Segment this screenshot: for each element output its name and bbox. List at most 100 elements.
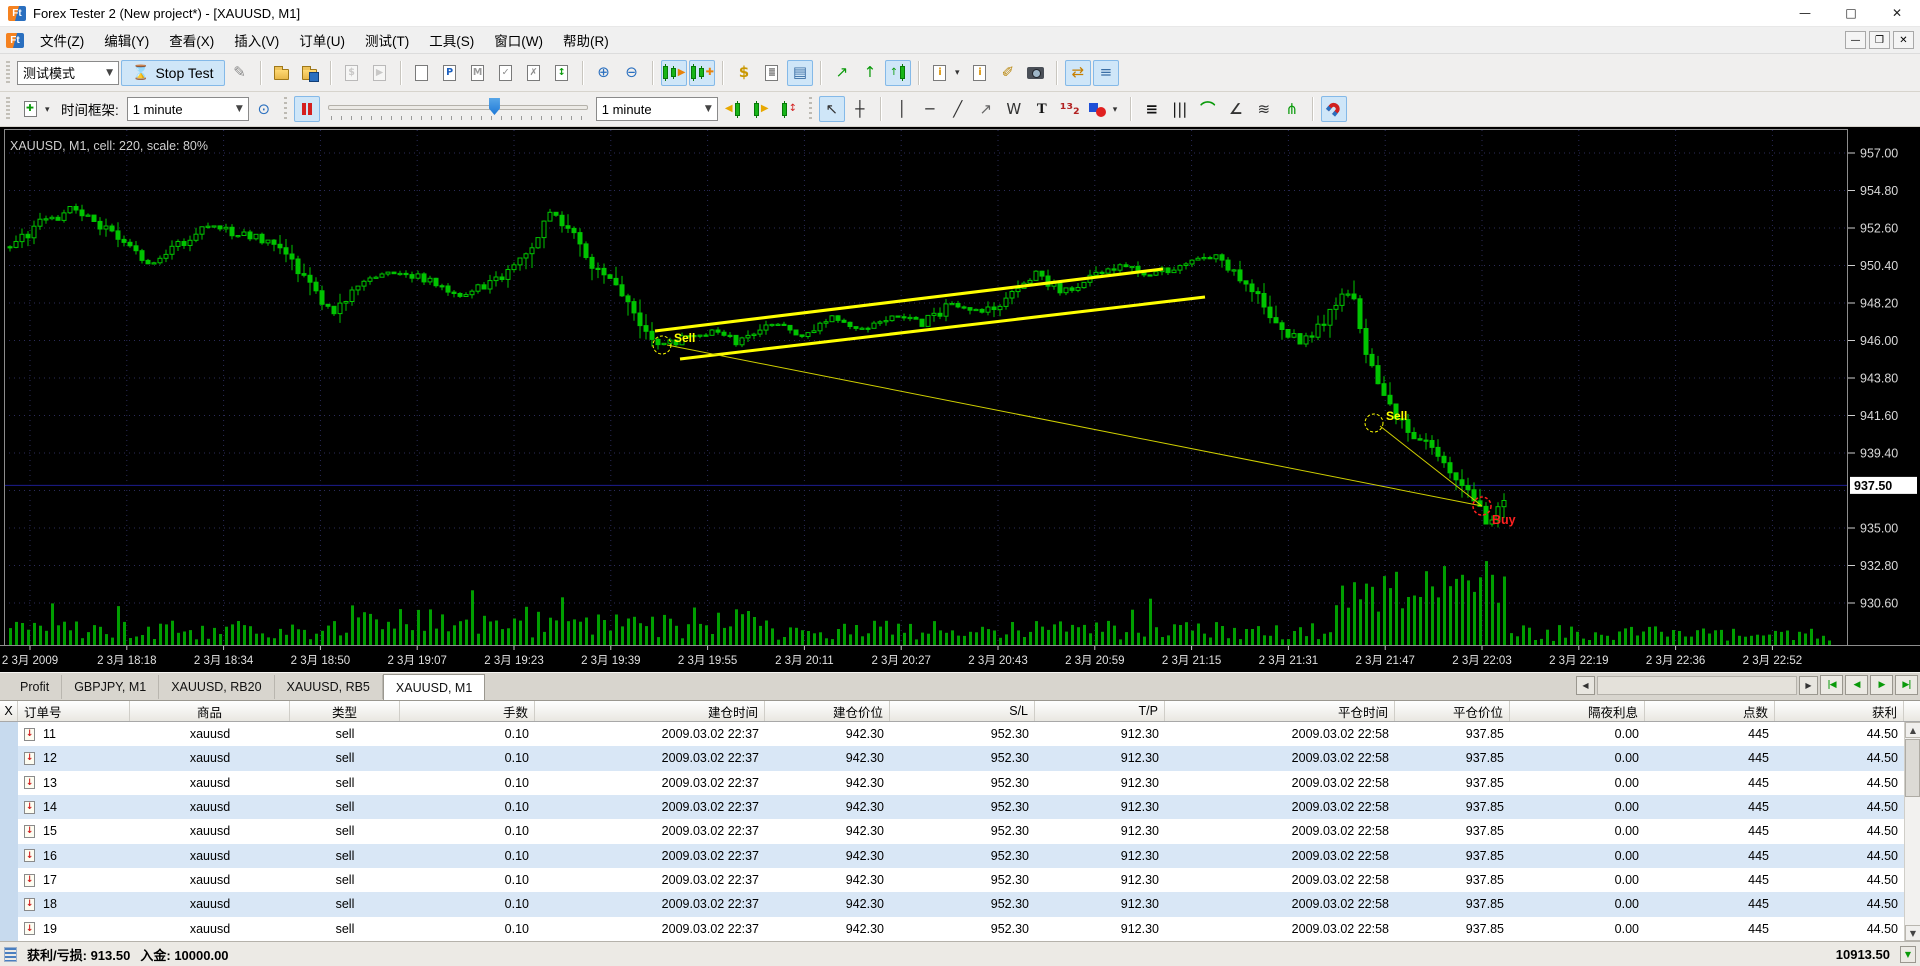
column-header-close_price[interactable]: 平仓价位: [1395, 701, 1510, 721]
tab-gbpjpy-m1[interactable]: GBPJPY, M1: [62, 675, 159, 699]
order-row-17[interactable]: ↓17xauusdsell0.102009.03.02 22:37942.309…: [0, 868, 1920, 892]
order-row-14[interactable]: ↓14xauusdsell0.102009.03.02 22:37942.309…: [0, 795, 1920, 819]
tab-xauusd-m1[interactable]: XAUUSD, M1: [383, 674, 485, 700]
column-header-open_price[interactable]: 建仓价位: [765, 701, 890, 721]
step-forward-button[interactable]: ▶: [1870, 675, 1893, 695]
new-chart-icon[interactable]: ✚: [17, 96, 43, 122]
add-history-icon[interactable]: ✚: [689, 60, 715, 86]
edit-test-icon[interactable]: ✎: [227, 60, 253, 86]
prev-candle-icon[interactable]: ◀: [720, 96, 746, 122]
menu-item-8[interactable]: 帮助(R): [553, 27, 619, 53]
step-chart-icon[interactable]: ↑: [857, 60, 883, 86]
hlines-grid-icon[interactable]: ≡: [1139, 96, 1165, 122]
pending-orders-icon[interactable]: P: [437, 60, 463, 86]
new-document-icon[interactable]: [409, 60, 435, 86]
tab-scrollbar-track[interactable]: [1597, 676, 1797, 695]
scroll-down-corner-button[interactable]: ▼: [1900, 946, 1916, 963]
trendline-tool-icon[interactable]: ╱: [945, 96, 971, 122]
apply-changes-icon[interactable]: ✓: [493, 60, 519, 86]
menu-item-3[interactable]: 插入(V): [224, 27, 289, 53]
order-row-16[interactable]: ↓16xauusdsell0.102009.03.02 22:37942.309…: [0, 844, 1920, 868]
pitchfork-tool-icon[interactable]: ⋔: [1279, 96, 1305, 122]
column-header-symbol[interactable]: 商品: [130, 701, 290, 721]
column-header-swap[interactable]: 隔夜利息: [1510, 701, 1645, 721]
slider-thumb[interactable]: [489, 98, 500, 115]
pause-button[interactable]: [294, 96, 320, 122]
next-candle-icon[interactable]: ▶: [748, 96, 774, 122]
brush-icon[interactable]: ✐: [995, 60, 1021, 86]
step-forward-icon[interactable]: ▶: [661, 60, 687, 86]
column-header-lots[interactable]: 手数: [400, 701, 535, 721]
polyline-tool-icon[interactable]: W: [1001, 96, 1027, 122]
waves-tool-icon[interactable]: ≋: [1251, 96, 1277, 122]
link-charts-icon[interactable]: ⇄: [1065, 60, 1091, 86]
hline-tool-icon[interactable]: ─: [917, 96, 943, 122]
menu-item-2[interactable]: 查看(X): [159, 27, 224, 53]
menu-item-0[interactable]: 文件(Z): [30, 27, 94, 53]
pointer-tool-icon[interactable]: ↖: [819, 96, 845, 122]
tick-candle-icon[interactable]: ↕: [776, 96, 802, 122]
column-header-tp[interactable]: T/P: [1035, 701, 1165, 721]
add-note-caret[interactable]: ▾: [955, 67, 965, 78]
scrollbar-thumb[interactable]: [1905, 739, 1920, 797]
market-orders-icon[interactable]: M: [465, 60, 491, 86]
scroll-down-button[interactable]: ▼: [1905, 925, 1920, 941]
speed-select[interactable]: 1 minute▼: [596, 97, 718, 121]
goto-last-button[interactable]: ▶|: [1895, 675, 1918, 695]
zoom-out-icon[interactable]: ⊖: [619, 60, 645, 86]
add-note-icon[interactable]: i: [927, 60, 953, 86]
ray-tool-icon[interactable]: ↗: [973, 96, 999, 122]
strategy-window-icon[interactable]: ≣: [759, 60, 785, 86]
column-header-points[interactable]: 点数: [1645, 701, 1775, 721]
toolbar-grip[interactable]: [6, 61, 10, 85]
maximize-button[interactable]: □: [1828, 0, 1874, 26]
gann-tool-icon[interactable]: ⌒: [1195, 96, 1221, 122]
data-window-icon[interactable]: ▤: [787, 60, 813, 86]
tab-scroll-left-button[interactable]: ◀: [1576, 676, 1595, 695]
time-settings-icon[interactable]: ⊙: [251, 96, 277, 122]
screenshot-icon[interactable]: [1023, 60, 1049, 86]
test-mode-select[interactable]: 测试模式▼: [17, 61, 119, 85]
deposit-money-icon[interactable]: $: [731, 60, 757, 86]
price-chart[interactable]: SellSellBuy957.00954.80952.60950.40948.2…: [0, 127, 1920, 672]
resume-test-icon[interactable]: ▶: [367, 60, 393, 86]
column-header-type[interactable]: 类型: [290, 701, 400, 721]
column-header-profit[interactable]: 获利: [1775, 701, 1904, 721]
timeframe-select[interactable]: 1 minute▼: [127, 97, 249, 121]
vline-tool-icon[interactable]: │: [889, 96, 915, 122]
chart-panel[interactable]: SellSellBuy957.00954.80952.60950.40948.2…: [0, 127, 1920, 672]
vlines-grid-icon[interactable]: |||: [1167, 96, 1193, 122]
orders-scrollbar[interactable]: ▲ ▼: [1904, 722, 1920, 941]
menu-item-4[interactable]: 订单(U): [289, 27, 355, 53]
order-row-15[interactable]: ↓15xauusdsell0.102009.03.02 22:37942.309…: [0, 819, 1920, 843]
scroll-up-button[interactable]: ▲: [1905, 722, 1920, 738]
open-project-icon[interactable]: [269, 60, 295, 86]
slider-track[interactable]: [328, 105, 588, 110]
menu-item-1[interactable]: 编辑(Y): [94, 27, 159, 53]
column-header-open_time[interactable]: 建仓时间: [535, 701, 765, 721]
column-header-close[interactable]: X: [0, 701, 18, 721]
order-row-11[interactable]: ↓11xauusdsell0.102009.03.02 22:37942.309…: [0, 722, 1920, 746]
shapes-tool-icon[interactable]: [1085, 96, 1111, 122]
mdi-minimize-button[interactable]: —: [1845, 31, 1866, 49]
journal-icon[interactable]: ≡: [1093, 60, 1119, 86]
notes-list-icon[interactable]: i: [967, 60, 993, 86]
column-header-close_time[interactable]: 平仓时间: [1165, 701, 1395, 721]
order-row-12[interactable]: ↓12xauusdsell0.102009.03.02 22:37942.309…: [0, 746, 1920, 770]
order-row-13[interactable]: ↓13xauusdsell0.102009.03.02 22:37942.309…: [0, 771, 1920, 795]
tab-scroll-right-button[interactable]: ▶: [1799, 676, 1818, 695]
close-button[interactable]: ✕: [1874, 0, 1920, 26]
cancel-changes-icon[interactable]: ✗: [521, 60, 547, 86]
column-header-id[interactable]: 订单号: [18, 701, 130, 721]
candlestick-chart-icon[interactable]: ↑: [885, 60, 911, 86]
tab-profit[interactable]: Profit: [8, 675, 62, 699]
menu-item-6[interactable]: 工具(S): [419, 27, 484, 53]
crosshair-tool-icon[interactable]: ┼: [847, 96, 873, 122]
menu-item-7[interactable]: 窗口(W): [484, 27, 553, 53]
shapes-caret[interactable]: ▾: [1113, 104, 1123, 115]
new-chart-caret[interactable]: ▾: [45, 104, 55, 115]
mdi-restore-button[interactable]: ❐: [1869, 31, 1890, 49]
stop-test-button[interactable]: ⌛Stop Test: [121, 60, 225, 86]
speed-slider[interactable]: [328, 97, 588, 121]
order-row-18[interactable]: ↓18xauusdsell0.102009.03.02 22:37942.309…: [0, 892, 1920, 916]
